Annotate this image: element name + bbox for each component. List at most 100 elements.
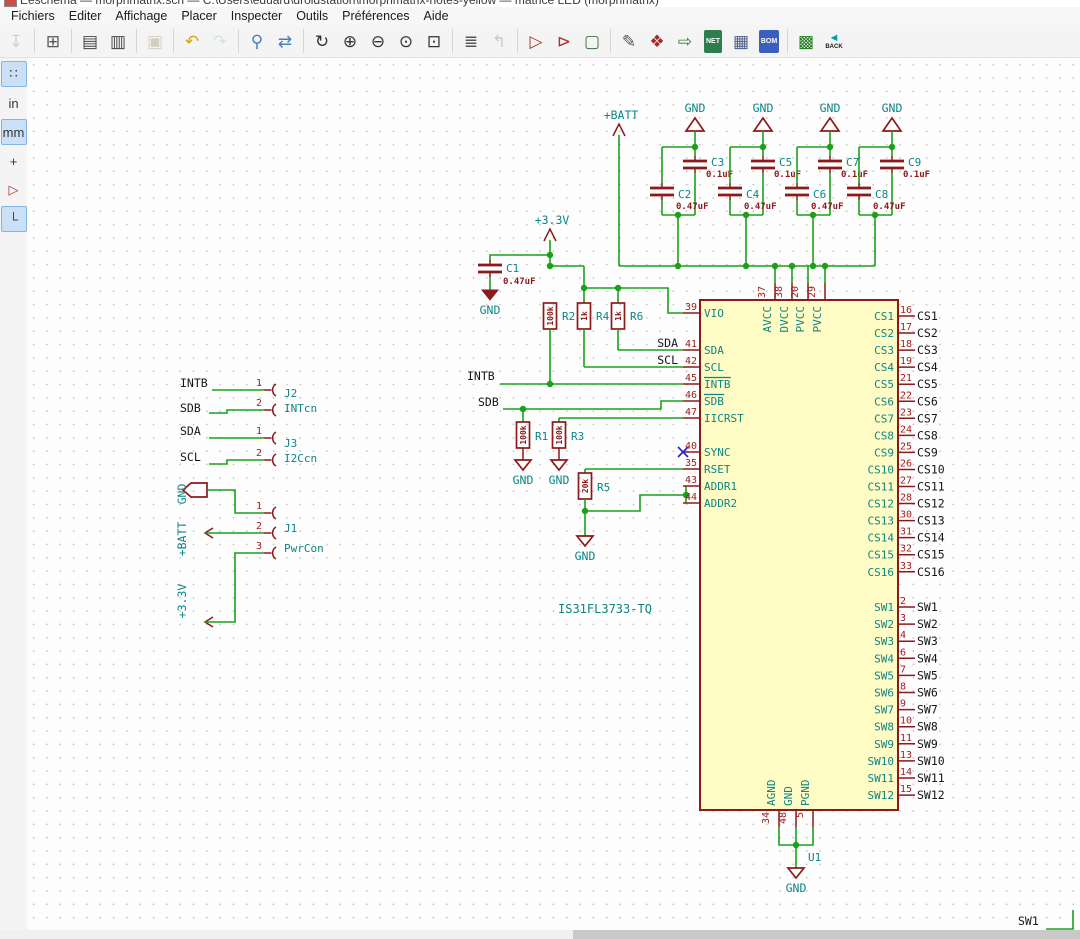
menu-item-placer[interactable]: Placer — [174, 8, 223, 24]
power-label[interactable]: +3.3V — [535, 213, 570, 227]
net-label-CS7[interactable]: CS7 — [917, 411, 938, 425]
pin-number[interactable]: 34 — [761, 812, 772, 824]
pin-number[interactable]: 18 — [900, 339, 912, 350]
net-label-SW7[interactable]: SW7 — [917, 703, 938, 717]
gnd-label[interactable]: GND — [549, 473, 570, 487]
pcbnew-button[interactable]: ▩ — [793, 28, 819, 54]
pin-number[interactable]: 38 — [774, 286, 785, 298]
grid-toggle-button[interactable]: ∷ — [1, 61, 27, 87]
net-label-CS2[interactable]: CS2 — [917, 326, 938, 340]
pin-number[interactable]: 41 — [685, 339, 697, 350]
net-label-CS5[interactable]: CS5 — [917, 377, 938, 391]
symbol-editor-button[interactable]: ▷ — [523, 28, 549, 54]
net-label-CS12[interactable]: CS12 — [917, 497, 945, 511]
net-label-SW11[interactable]: SW11 — [917, 771, 945, 785]
net-label-CS15[interactable]: CS15 — [917, 548, 945, 562]
net-label-SW6[interactable]: SW6 — [917, 686, 938, 700]
pin-number[interactable]: 25 — [900, 441, 912, 452]
net-label-sw1[interactable]: SW1 — [1018, 914, 1039, 928]
pin-number[interactable]: 10 — [900, 716, 912, 727]
pin-number[interactable]: 24 — [900, 424, 912, 435]
global-label-gnd-text[interactable]: GND — [175, 484, 189, 505]
net-label-CS4[interactable]: CS4 — [917, 360, 938, 374]
pin-number[interactable]: 5 — [795, 812, 806, 818]
connector-ref[interactable]: J3 — [284, 437, 297, 450]
pin-number[interactable]: 47 — [685, 407, 697, 418]
connector-pin-arc[interactable] — [273, 547, 276, 559]
pin-name[interactable]: SW1 — [874, 601, 894, 614]
capacitor-value[interactable]: 0.47uF — [811, 202, 844, 212]
hv-wires-button[interactable]: └ — [1, 206, 27, 232]
pin-number[interactable]: 11 — [900, 733, 912, 744]
pin-number[interactable]: 26 — [900, 458, 912, 469]
netlist-button[interactable]: NET — [700, 28, 726, 54]
pin-name[interactable]: CS10 — [868, 463, 895, 476]
pin-name[interactable]: SW9 — [874, 738, 894, 751]
net-label-SW3[interactable]: SW3 — [917, 634, 938, 648]
pin-name[interactable]: CS2 — [874, 327, 894, 340]
pin-number[interactable]: 40 — [685, 441, 697, 452]
save-button[interactable]: ↧ — [3, 28, 29, 54]
print-button[interactable]: ▤ — [77, 28, 103, 54]
pin-name[interactable]: SW7 — [874, 704, 894, 717]
connector-pin-arc[interactable] — [273, 454, 276, 466]
connector-value[interactable]: I2Ccn — [284, 452, 317, 465]
pin-number[interactable]: 2 — [256, 398, 262, 409]
wire[interactable] — [490, 255, 550, 260]
resistor-value[interactable]: 1k — [580, 311, 589, 321]
erc-button[interactable]: ❖ — [644, 28, 670, 54]
symbol-browser-button[interactable]: ⊳ — [551, 28, 577, 54]
connector-value[interactable]: PwrCon — [284, 542, 324, 555]
bom-button[interactable]: BOM — [756, 28, 782, 54]
capacitor-ref[interactable]: C7 — [846, 156, 859, 169]
wire[interactable] — [209, 410, 264, 413]
pin-name[interactable]: VIO — [704, 307, 724, 320]
pin-name[interactable]: CS16 — [868, 566, 895, 579]
pin-number[interactable]: 4 — [900, 630, 906, 641]
resistor-value[interactable]: 100k — [519, 425, 528, 444]
pin-number[interactable]: 13 — [900, 750, 912, 761]
redo-button[interactable]: ↷ — [207, 28, 233, 54]
net-label-sda[interactable]: SDA — [657, 336, 678, 350]
capacitor-value[interactable]: 0.47uF — [744, 202, 777, 212]
find-button[interactable]: ⚲ — [244, 28, 270, 54]
gnd-symbol[interactable] — [883, 118, 901, 131]
wire-sdb[interactable] — [503, 401, 683, 409]
pin-number[interactable]: 3 — [256, 541, 262, 552]
net-label-intb[interactable]: INTB — [180, 376, 208, 390]
capacitor-ref[interactable]: C5 — [779, 156, 792, 169]
capacitor-ref[interactable]: C3 — [711, 156, 724, 169]
refresh-view-button[interactable]: ↻ — [309, 28, 335, 54]
connector-pin-arc[interactable] — [273, 404, 276, 416]
pin-name[interactable]: ADDR2 — [704, 497, 737, 510]
wire-addr[interactable] — [585, 495, 686, 511]
net-label-CS16[interactable]: CS16 — [917, 565, 945, 579]
pin-name[interactable]: CS8 — [874, 429, 894, 442]
gnd-label[interactable]: GND — [513, 473, 534, 487]
pin-name[interactable]: IICRST — [704, 412, 744, 425]
power-arrow[interactable] — [544, 229, 556, 241]
resistor-ref[interactable]: R3 — [571, 430, 584, 443]
net-label-SW12[interactable]: SW12 — [917, 788, 945, 802]
pin-number[interactable]: 9 — [900, 699, 906, 710]
global-label-33v-text[interactable]: +3.3V — [175, 584, 189, 619]
pin-name[interactable]: SW4 — [874, 652, 894, 665]
capacitor-value[interactable]: 0.47uF — [676, 202, 709, 212]
gnd-symbol[interactable] — [551, 460, 567, 470]
pin-name[interactable]: INTB — [704, 378, 731, 391]
pin-name[interactable]: SYNC — [704, 446, 731, 459]
pin-number[interactable]: 28 — [900, 493, 912, 504]
menu-item-affichage[interactable]: Affichage — [108, 8, 174, 24]
gnd-symbol[interactable] — [577, 536, 593, 546]
gnd-label[interactable]: GND — [820, 101, 841, 115]
capacitor-ref[interactable]: C2 — [678, 188, 691, 201]
pin-name[interactable]: GND — [782, 786, 795, 806]
pin-name[interactable]: CS9 — [874, 446, 894, 459]
pin-number[interactable]: 46 — [685, 390, 697, 401]
page-settings-button[interactable]: ⊞ — [40, 28, 66, 54]
pin-name[interactable]: SDA — [704, 344, 724, 357]
pin-number[interactable]: 1 — [256, 378, 262, 389]
hierarchy-navigator-button[interactable]: ≣ — [458, 28, 484, 54]
pin-number[interactable]: 39 — [685, 302, 697, 313]
pin-name[interactable]: SW3 — [874, 635, 894, 648]
